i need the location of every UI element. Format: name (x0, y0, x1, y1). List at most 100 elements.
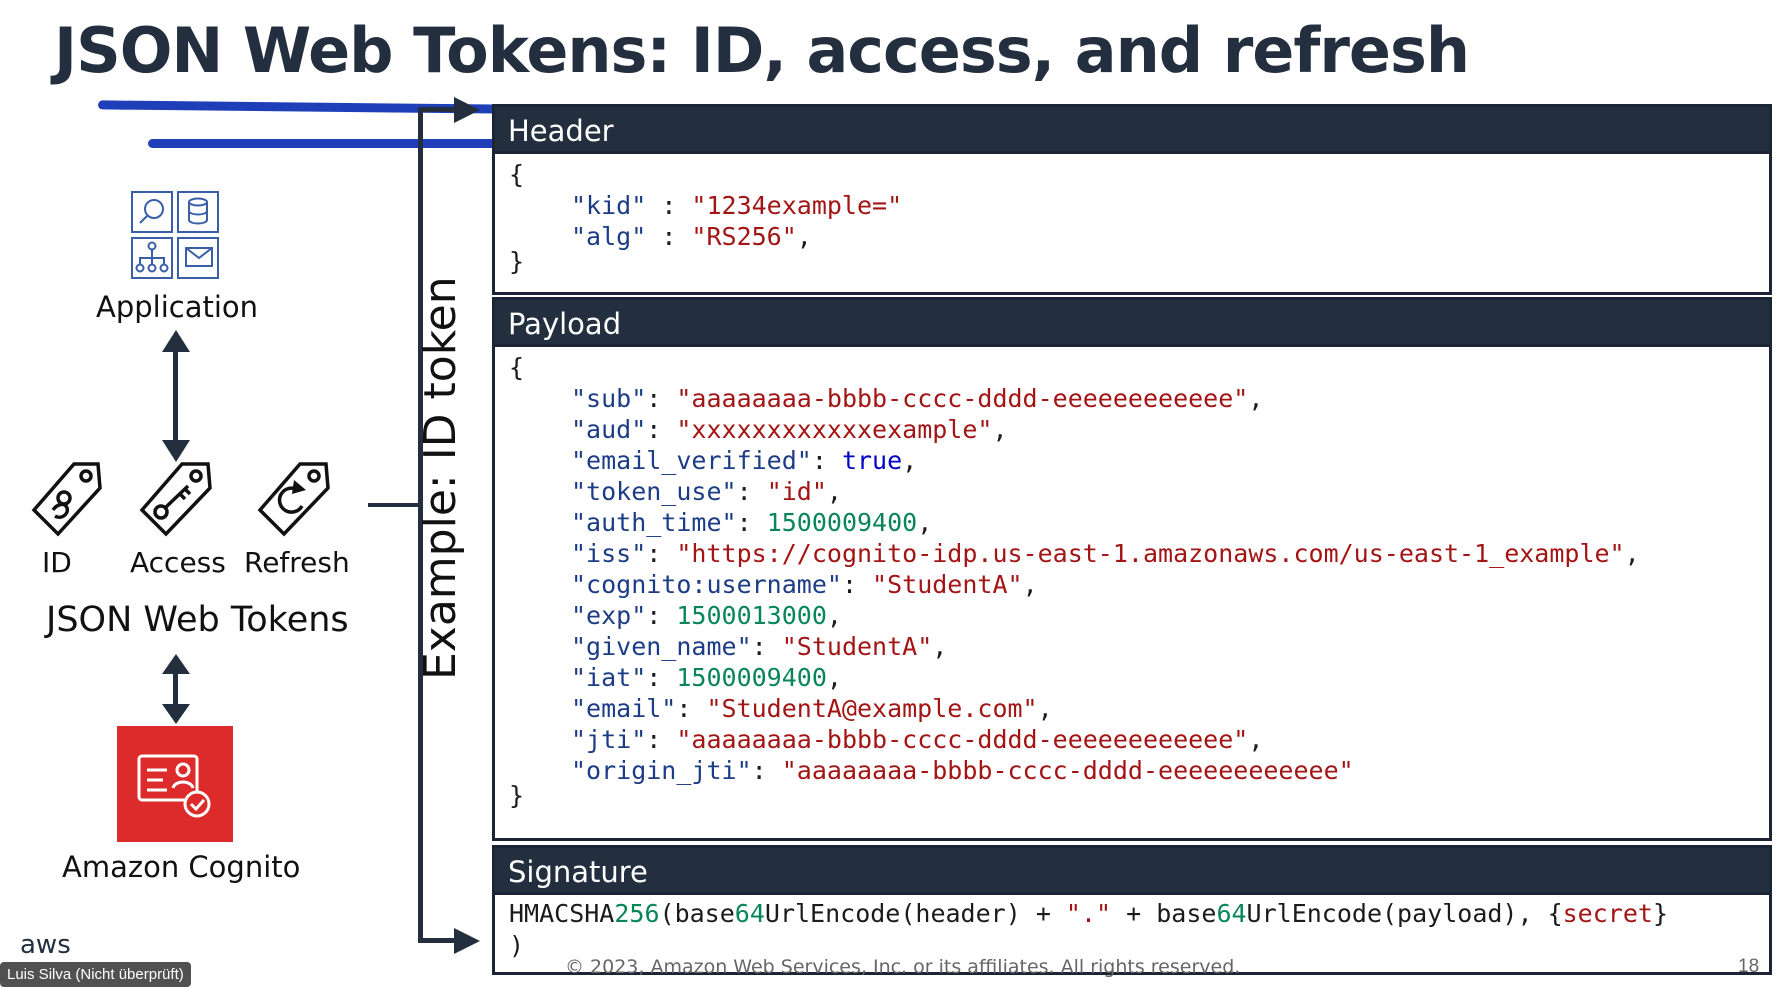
json-entry: "aud": "xxxxxxxxxxxxexample", (509, 415, 1008, 444)
json-separator: : (811, 446, 842, 475)
json-key: "iat" (571, 663, 647, 692)
json-separator: : (646, 539, 677, 568)
json-comma: , (1022, 570, 1038, 599)
arrow-right-icon (454, 97, 480, 123)
example-id-token-label: Example: ID token (415, 276, 466, 680)
json-separator: : (646, 725, 677, 754)
refresh-tag-icon (254, 458, 334, 543)
signature-token: } (1652, 899, 1668, 928)
json-entry: "email": "StudentA@example.com", (509, 694, 1053, 723)
json-entry: "auth_time": 1500009400, (509, 508, 932, 537)
json-separator: : (736, 508, 767, 537)
json-separator: : (751, 632, 782, 661)
header-panel-title: Header (495, 107, 1769, 154)
signature-token: HMACSHA (509, 899, 615, 928)
json-comma: , (992, 415, 1008, 444)
json-comma: , (1248, 384, 1264, 413)
json-value: 1500009400 (766, 508, 918, 537)
amazon-cognito-label: Amazon Cognito (62, 850, 301, 884)
json-key: "alg" (571, 222, 647, 251)
json-separator: : (751, 756, 782, 785)
signature-token: (base (659, 899, 735, 928)
application-label: Application (96, 290, 259, 324)
json-entry: "iat": 1500009400, (509, 663, 842, 692)
json-key: "kid" (571, 191, 647, 220)
json-separator: : (841, 570, 873, 599)
arrow-down-icon (162, 704, 190, 724)
json-key: "token_use" (571, 477, 737, 506)
json-entry: "email_verified": true, (509, 446, 917, 475)
json-entry: "exp": 1500013000, (509, 601, 842, 630)
json-separator: : (646, 663, 677, 692)
json-entry: "token_use": "id", (509, 477, 842, 506)
json-key: "auth_time" (571, 508, 737, 537)
signature-token: UrlEncode(payload), { (1246, 899, 1563, 928)
json-value: "aaaaaaaa-bbbb-cccc-dddd-eeeeeeeeeeee" (676, 384, 1249, 413)
payload-panel: Payload {"sub": "aaaaaaaa-bbbb-cccc-dddd… (492, 297, 1772, 841)
json-separator: : (646, 222, 692, 251)
json-comma: , (826, 477, 842, 506)
json-separator: : (736, 477, 767, 506)
header-code: {"kid" : "1234example=" "alg" : "RS256",} (495, 154, 1769, 294)
slide-title: JSON Web Tokens: ID, access, and refresh (54, 14, 1470, 87)
signature-token: secret (1562, 899, 1653, 928)
json-value: true (841, 446, 903, 475)
token-label-access: Access (130, 546, 226, 579)
bracket-connector (368, 503, 420, 507)
signature-token: UrlEncode(header) + (764, 899, 1066, 928)
json-value: 1500013000 (676, 601, 827, 630)
json-comma: , (826, 663, 842, 692)
signature-token: 64 (734, 899, 765, 928)
id-tag-icon (28, 458, 106, 543)
arrow-up-icon (162, 330, 190, 352)
arrow-shaft (173, 345, 178, 445)
signature-token: "." (1065, 899, 1112, 928)
json-entry: "cognito:username": "StudentA", (509, 570, 1038, 599)
json-value: "StudentA" (872, 570, 1023, 599)
aws-logo: aws (20, 930, 71, 960)
json-comma: , (826, 601, 842, 630)
close-brace: } (509, 781, 525, 810)
header-panel: Header {"kid" : "1234example=" "alg" : "R… (492, 104, 1772, 295)
json-entry: "jti": "aaaaaaaa-bbbb-cccc-dddd-eeeeeeee… (509, 725, 1263, 754)
json-entry: "given_name": "StudentA", (509, 632, 947, 661)
signature-close-paren: ) (509, 931, 525, 960)
json-value: "aaaaaaaa-bbbb-cccc-dddd-eeeeeeeeeeee" (781, 756, 1354, 785)
amazon-cognito-icon (117, 726, 233, 842)
json-entry: "alg" : "RS256", (509, 222, 812, 251)
open-brace: { (509, 160, 525, 189)
signature-token: 256 (614, 899, 660, 928)
json-entry: "sub": "aaaaaaaa-bbbb-cccc-dddd-eeeeeeee… (509, 384, 1263, 413)
token-label-refresh: Refresh (244, 546, 350, 579)
json-comma: , (796, 222, 812, 251)
json-separator: : (646, 384, 677, 413)
json-value: "StudentA" (781, 632, 933, 661)
signature-token: + base (1111, 899, 1217, 928)
arrow-up-icon (162, 654, 190, 674)
json-comma: , (932, 632, 948, 661)
json-separator: : (646, 415, 677, 444)
payload-code: {"sub": "aaaaaaaa-bbbb-cccc-dddd-eeeeeee… (495, 347, 1769, 841)
json-entry: "iss": "https://cognito-idp.us-east-1.am… (509, 539, 1640, 568)
copyright-footer: © 2023, Amazon Web Services, Inc. or its… (565, 956, 1241, 978)
json-key: "given_name" (571, 632, 752, 661)
json-separator: : (646, 601, 677, 630)
json-separator: : (646, 191, 692, 220)
json-value: "1234example=" (691, 191, 903, 220)
json-comma: , (902, 446, 918, 475)
json-value: "xxxxxxxxxxxxexample" (676, 415, 993, 444)
json-key: "iss" (571, 539, 647, 568)
json-key: "sub" (571, 384, 647, 413)
json-value: "RS256" (691, 222, 797, 251)
json-entry: "kid" : "1234example=" (509, 191, 902, 220)
close-brace: } (509, 247, 525, 276)
json-separator: : (676, 694, 707, 723)
signature-panel-title: Signature (495, 848, 1769, 895)
json-entry: "origin_jti": "aaaaaaaa-bbbb-cccc-dddd-e… (509, 756, 1354, 785)
token-label-id: ID (42, 546, 72, 579)
arrow-right-icon (454, 928, 480, 954)
json-value: "id" (766, 477, 827, 506)
json-comma: , (1248, 725, 1264, 754)
payload-panel-title: Payload (495, 300, 1769, 347)
page-number: 18 (1738, 956, 1760, 977)
